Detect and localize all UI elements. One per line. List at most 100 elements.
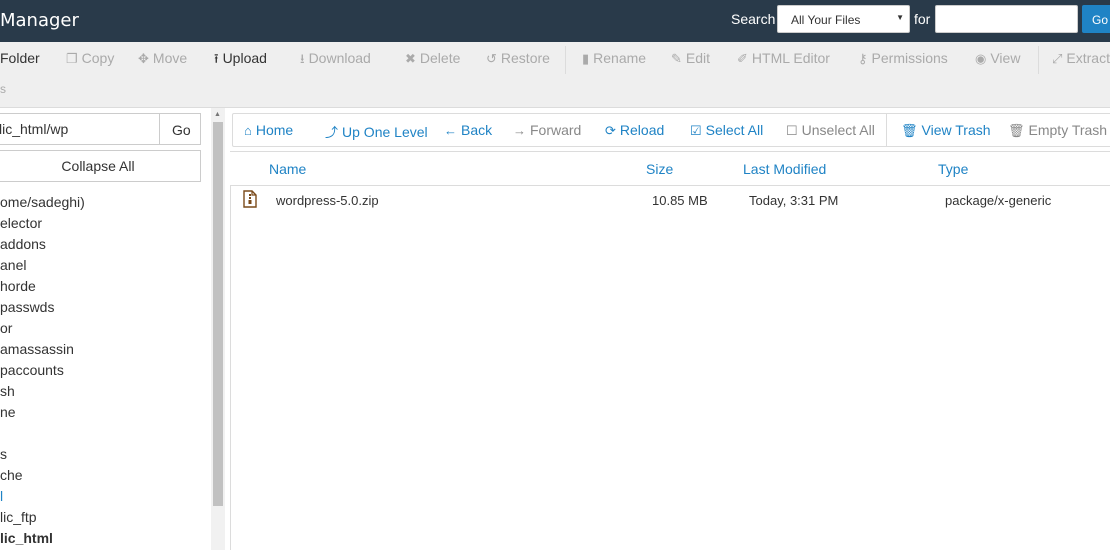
upload-icon: ⭱ <box>214 51 219 66</box>
empty-trash-button[interactable]: 🗑 Empty Trash <box>1008 122 1107 139</box>
tree-item[interactable]: amassassin <box>0 341 74 357</box>
view-button[interactable]: ◉ View <box>975 50 1020 67</box>
column-header-type[interactable]: Type <box>938 161 968 177</box>
tree-item[interactable]: s <box>0 446 7 462</box>
tree-item[interactable]: horde <box>0 278 36 294</box>
move-label: Move <box>152 50 188 66</box>
up-one-level-button[interactable]: ⤴ Up One Level <box>325 122 428 141</box>
delete-label: Delete <box>419 50 461 66</box>
path-input[interactable] <box>0 113 160 145</box>
home-label: Home <box>255 122 294 138</box>
tree-item[interactable]: paccounts <box>0 362 64 378</box>
delete-icon: ✖ <box>405 51 416 66</box>
view-trash-button[interactable]: 🗑 View Trash <box>901 122 991 139</box>
chevron-down-icon: ▼ <box>896 13 904 22</box>
toolbar-subrow-text: s <box>0 82 6 96</box>
for-label: for <box>914 11 931 27</box>
tree-item[interactable]: lic_ftp <box>0 509 37 525</box>
upload-button[interactable]: ⭱ Upload <box>214 50 267 72</box>
move-button[interactable]: ✥ Move <box>138 50 187 67</box>
path-go-button[interactable]: Go <box>159 113 201 145</box>
tree-item[interactable]: passwds <box>0 299 54 315</box>
toolbar: Folder ❐ Copy ✥ Move ⭱ Upload ⭳ Download ✖ De… <box>0 42 1110 108</box>
search-go-button[interactable]: Go <box>1082 5 1110 33</box>
download-label: Download <box>308 50 371 66</box>
search-scope-select[interactable]: All Your Files ▼ <box>777 5 910 33</box>
nav-divider <box>886 114 887 146</box>
scroll-up-icon[interactable]: ▲ <box>214 111 221 118</box>
back-label: Back <box>461 122 493 138</box>
toolbar-folder-label: Folder <box>0 50 40 66</box>
download-button[interactable]: ⭳ Download <box>300 50 371 72</box>
unselect-all-label: Unselect All <box>801 122 875 138</box>
tree-item[interactable]: elector <box>0 215 42 231</box>
search-label: Search <box>731 11 776 27</box>
tree-item[interactable]: sh <box>0 383 15 399</box>
select-all-label: Select All <box>705 122 764 138</box>
forward-button[interactable]: → Forward <box>513 122 581 138</box>
back-button[interactable]: ← Back <box>444 122 492 138</box>
restore-button[interactable]: ↺ Restore <box>486 50 550 67</box>
archive-file-icon <box>243 190 257 208</box>
file-last-modified: Today, 3:31 PM <box>749 193 839 208</box>
home-icon: ⌂ <box>244 123 252 138</box>
file-icon: ▮ <box>582 51 590 66</box>
rename-button[interactable]: ▮ Rename <box>582 50 646 67</box>
html-editor-button[interactable]: ✐ HTML Editor <box>737 50 830 67</box>
arrow-left-icon: ← <box>444 123 457 138</box>
refresh-icon: ⟳ <box>605 123 616 138</box>
restore-icon: ↺ <box>486 51 497 66</box>
file-name: wordpress-5.0.zip <box>276 193 379 208</box>
permissions-button[interactable]: ⚷ Permissions <box>858 50 948 67</box>
tree-item-current[interactable]: lic_html <box>0 530 53 546</box>
arrow-right-icon: → <box>513 123 526 138</box>
reload-button[interactable]: ⟳ Reload <box>605 122 664 139</box>
search-input[interactable] <box>935 5 1078 33</box>
file-type: package/x-generic <box>945 193 1052 208</box>
table-header: Name Size Last Modified Type <box>230 151 1110 186</box>
checked-box-icon: ☑ <box>690 123 702 138</box>
collapse-all-button[interactable]: Collapse All <box>0 150 201 182</box>
eye-icon: ◉ <box>975 51 987 66</box>
copy-button[interactable]: ❐ Copy <box>66 50 114 67</box>
trash-icon: 🗑 <box>901 123 918 138</box>
restore-label: Restore <box>500 50 550 66</box>
extract-label: Extract <box>1066 50 1110 66</box>
tree-item[interactable]: ome/sadeghi) <box>0 194 85 210</box>
copy-label: Copy <box>81 50 115 66</box>
tree-item[interactable]: ne <box>0 404 16 420</box>
expand-icon: ⤢ <box>1052 51 1063 66</box>
download-icon: ⭳ <box>300 51 305 66</box>
file-size: 10.85 MB <box>652 193 708 208</box>
column-header-last-modified[interactable]: Last Modified <box>743 161 826 177</box>
key-icon: ⚷ <box>858 51 868 66</box>
edit-button[interactable]: ✎ Edit <box>671 50 710 67</box>
tree-item[interactable]: or <box>0 320 12 336</box>
up-one-level-label: Up One Level <box>342 124 428 140</box>
search-scope-value: All Your Files <box>791 13 861 27</box>
select-all-button[interactable]: ☑ Select All <box>690 122 763 139</box>
html-editor-icon: ✐ <box>737 51 748 66</box>
table-row[interactable]: wordpress-5.0.zip 10.85 MB Today, 3:31 P… <box>230 187 1110 215</box>
unselect-all-button[interactable]: ☐ Unselect All <box>786 122 875 139</box>
empty-trash-label: Empty Trash <box>1028 122 1108 138</box>
tree-item[interactable]: l <box>0 488 3 504</box>
extract-button[interactable]: ⤢ Extract <box>1052 50 1110 67</box>
column-header-size[interactable]: Size <box>646 161 673 177</box>
upload-label: Upload <box>222 50 267 66</box>
copy-icon: ❐ <box>66 51 78 66</box>
rename-label: Rename <box>593 50 647 66</box>
new-folder-button[interactable]: Folder <box>0 50 40 66</box>
tree-item[interactable]: addons <box>0 236 46 252</box>
delete-button[interactable]: ✖ Delete <box>405 50 460 67</box>
empty-box-icon: ☐ <box>786 123 798 138</box>
tree-scrollbar[interactable]: ▲ <box>211 108 225 550</box>
edit-label: Edit <box>685 50 711 66</box>
navigation-bar: ⌂ Home ⤴ Up One Level ← Back → Forward ⟳ Relo… <box>232 113 1110 147</box>
tree-item[interactable]: che <box>0 467 23 483</box>
scrollbar-thumb[interactable] <box>213 122 223 506</box>
tree-item[interactable]: anel <box>0 257 26 273</box>
home-button[interactable]: ⌂ Home <box>244 122 293 138</box>
column-header-name[interactable]: Name <box>269 161 306 177</box>
toolbar-divider <box>1038 46 1039 74</box>
